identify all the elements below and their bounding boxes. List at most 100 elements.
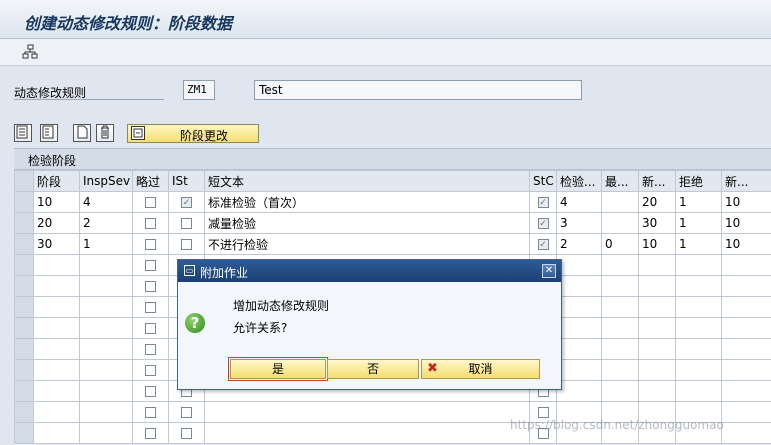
row-selector[interactable]: [15, 360, 34, 381]
row-selector[interactable]: [15, 297, 34, 318]
table-cell[interactable]: [676, 360, 722, 381]
table-cell[interactable]: 1: [80, 234, 133, 255]
table-cell[interactable]: [676, 339, 722, 360]
table-row[interactable]: 202减量检验✓330110: [15, 213, 771, 234]
hierarchy-icon[interactable]: [22, 44, 38, 60]
column-header[interactable]: InspSev: [80, 171, 133, 192]
table-cell[interactable]: [205, 402, 530, 423]
row-checkbox[interactable]: [145, 197, 156, 208]
row-selector[interactable]: [15, 318, 34, 339]
stage-change-button[interactable]: 阶段更改: [127, 124, 259, 143]
column-header[interactable]: StC: [530, 171, 557, 192]
checkbox-cell[interactable]: ✓: [169, 192, 205, 213]
row-selector[interactable]: [15, 402, 34, 423]
table-cell[interactable]: [557, 276, 602, 297]
row-selector[interactable]: [15, 276, 34, 297]
table-cell[interactable]: [80, 402, 133, 423]
checkbox-cell[interactable]: ✓: [530, 192, 557, 213]
row-checkbox[interactable]: [181, 239, 192, 250]
table-cell[interactable]: 0: [602, 234, 639, 255]
table-cell[interactable]: [80, 255, 133, 276]
table-cell[interactable]: [676, 297, 722, 318]
row-checkbox[interactable]: [145, 428, 156, 439]
table-cell[interactable]: [80, 423, 133, 444]
checkbox-cell[interactable]: [169, 402, 205, 423]
checkbox-cell[interactable]: [133, 423, 169, 444]
table-cell[interactable]: [34, 381, 80, 402]
table-cell[interactable]: [557, 339, 602, 360]
table-cell[interactable]: [557, 381, 602, 402]
delete-row-button[interactable]: [96, 124, 114, 142]
table-cell[interactable]: [557, 255, 602, 276]
table-cell[interactable]: [639, 381, 676, 402]
yes-button[interactable]: 是: [230, 359, 326, 379]
column-header[interactable]: 拒绝: [676, 171, 722, 192]
row-checkbox[interactable]: [145, 407, 156, 418]
checkbox-cell[interactable]: [133, 213, 169, 234]
table-cell[interactable]: 1: [676, 234, 722, 255]
row-checkbox[interactable]: ✓: [538, 239, 549, 250]
table-cell[interactable]: [722, 381, 771, 402]
table-cell[interactable]: 1: [676, 213, 722, 234]
column-header[interactable]: 新...: [722, 171, 771, 192]
checkbox-cell[interactable]: [133, 360, 169, 381]
close-icon[interactable]: ✕: [542, 264, 556, 278]
table-cell[interactable]: 4: [557, 192, 602, 213]
table-cell[interactable]: 3: [557, 213, 602, 234]
table-cell[interactable]: 10: [722, 213, 771, 234]
table-cell[interactable]: 30: [639, 213, 676, 234]
table-cell[interactable]: [602, 297, 639, 318]
checkbox-cell[interactable]: ✓: [530, 234, 557, 255]
table-cell[interactable]: 标准检验（首次）: [205, 192, 530, 213]
new-row-button[interactable]: [73, 124, 91, 142]
checkbox-cell[interactable]: ✓: [530, 213, 557, 234]
checkbox-cell[interactable]: [133, 255, 169, 276]
checkbox-cell[interactable]: [133, 339, 169, 360]
checkbox-cell[interactable]: [133, 381, 169, 402]
table-cell[interactable]: 不进行检验: [205, 234, 530, 255]
rule-code-field[interactable]: ZM1: [183, 80, 215, 100]
column-header[interactable]: 检验...: [557, 171, 602, 192]
row-checkbox[interactable]: ✓: [538, 218, 549, 229]
table-cell[interactable]: 30: [34, 234, 80, 255]
table-cell[interactable]: 20: [639, 192, 676, 213]
table-cell[interactable]: 10: [34, 192, 80, 213]
checkbox-cell[interactable]: [133, 318, 169, 339]
table-cell[interactable]: 2: [80, 213, 133, 234]
table-row[interactable]: 104✓标准检验（首次）✓420110: [15, 192, 771, 213]
table-cell[interactable]: 减量检验: [205, 213, 530, 234]
row-checkbox[interactable]: [145, 386, 156, 397]
column-header[interactable]: 新...: [639, 171, 676, 192]
table-cell[interactable]: [602, 213, 639, 234]
cancel-button[interactable]: ✖取消: [421, 359, 540, 379]
table-cell[interactable]: [34, 360, 80, 381]
row-checkbox[interactable]: [538, 407, 549, 418]
column-header[interactable]: 略过: [133, 171, 169, 192]
row-checkbox[interactable]: [145, 260, 156, 271]
checkbox-cell[interactable]: [133, 276, 169, 297]
select-all-button[interactable]: [14, 124, 32, 142]
table-cell[interactable]: 10: [722, 192, 771, 213]
table-cell[interactable]: [557, 297, 602, 318]
table-cell[interactable]: [676, 318, 722, 339]
table-cell[interactable]: [722, 402, 771, 423]
row-selector[interactable]: [15, 381, 34, 402]
checkbox-cell[interactable]: [133, 297, 169, 318]
table-cell[interactable]: [80, 360, 133, 381]
row-checkbox[interactable]: [145, 281, 156, 292]
table-cell[interactable]: [722, 360, 771, 381]
row-selector[interactable]: [15, 255, 34, 276]
table-cell[interactable]: [602, 255, 639, 276]
column-header[interactable]: 最...: [602, 171, 639, 192]
table-cell[interactable]: [602, 339, 639, 360]
table-row[interactable]: 301不进行检验✓2010110: [15, 234, 771, 255]
row-checkbox[interactable]: [181, 428, 192, 439]
table-cell[interactable]: [80, 276, 133, 297]
table-cell[interactable]: [639, 276, 676, 297]
row-checkbox[interactable]: [145, 218, 156, 229]
table-cell[interactable]: 2: [557, 234, 602, 255]
table-cell[interactable]: [34, 423, 80, 444]
table-cell[interactable]: [602, 192, 639, 213]
deselect-all-button[interactable]: [40, 124, 58, 142]
checkbox-cell[interactable]: [133, 402, 169, 423]
